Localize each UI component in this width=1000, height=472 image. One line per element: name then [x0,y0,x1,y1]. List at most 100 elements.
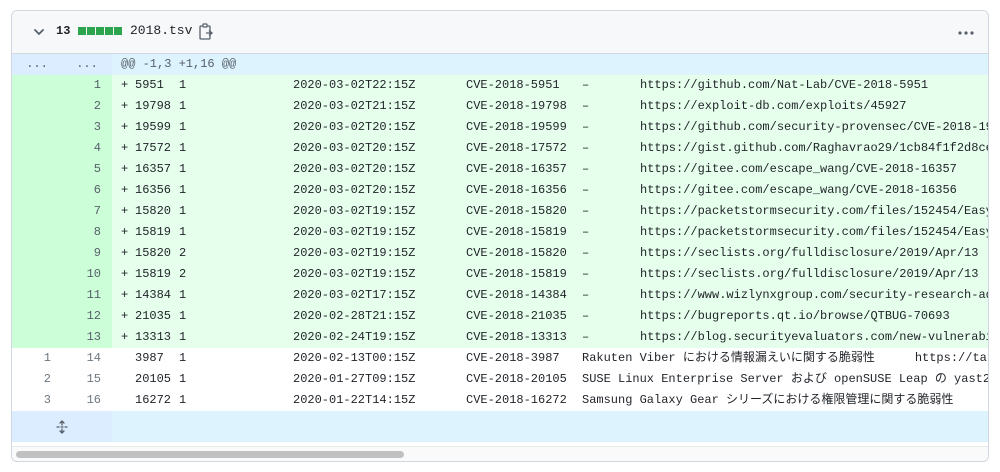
line-code: +5951 1 2020-03-02T22:15Z CVE-2018-5951 – htt… [112,75,988,96]
line-code: +19798 1 2020-03-02T21:15Z CVE-2018-19798 – h… [112,96,988,117]
tsv-cell: CVE-2018-17572 [466,141,567,155]
tsv-cell: 15819 [135,225,172,239]
added-line: 13 +13313 1 2020-02-24T19:15Z CVE-2018-13313… [12,327,988,348]
tsv-cell: 2020-03-02T20:15Z [293,162,416,176]
tsv-cell: 1 [179,372,187,386]
old-line-number[interactable] [12,159,62,180]
diffstat-block [114,27,122,35]
new-line-number[interactable]: 14 [62,348,112,369]
diffstat-bars [78,27,122,36]
file-name[interactable]: 2018.tsv [130,23,192,38]
tsv-cell: CVE-2018-15820 [466,204,567,218]
line-code: 3987 1 2020-02-13T00:15Z CVE-2018-3987 Rakut… [112,348,988,369]
tsv-cell: 2 [179,246,187,260]
tsv-cell: – [582,267,590,281]
old-line-number[interactable] [12,264,62,285]
tsv-cell: 2020-03-02T20:15Z [293,183,416,197]
old-line-number[interactable] [12,117,62,138]
added-line: 8 +15819 1 2020-03-02T19:15Z CVE-2018-15819 –… [12,222,988,243]
more-options-icon[interactable] [958,31,974,35]
old-line-number[interactable] [12,327,62,348]
new-line-number[interactable]: 8 [62,222,112,243]
old-line-number[interactable]: 1 [12,348,62,369]
diff-sign: + [121,141,129,155]
line-code: +13313 1 2020-02-24T19:15Z CVE-2018-13313 – h… [112,327,988,348]
added-line: 1 +5951 1 2020-03-02T22:15Z CVE-2018-5951 – ht… [12,75,988,96]
file-header: 13 2018.tsv [12,11,988,54]
diff-sign: + [121,225,129,239]
tsv-cell: 15820 [135,204,172,218]
diff-file: 13 2018.tsv ... ... @@ -1,3 +1,16 @@ 1 +5… [11,10,989,462]
chevron-down-icon[interactable] [32,25,46,39]
line-code: +15819 1 2020-03-02T19:15Z CVE-2018-15819 – h… [112,222,988,243]
expand-row [12,411,988,442]
unfold-icon [56,420,68,434]
old-line-number[interactable] [12,285,62,306]
expand-all-button[interactable] [12,411,112,442]
old-line-number[interactable] [12,201,62,222]
line-code: +21035 1 2020-02-28T21:15Z CVE-2018-21035 – h… [112,306,988,327]
new-line-number[interactable]: 11 [62,285,112,306]
tsv-cell: 5951 [135,78,164,92]
new-line-number[interactable]: 1 [62,75,112,96]
context-line: 1 14 3987 1 2020-02-13T00:15Z CVE-2018-3987 Ra… [12,348,988,369]
tsv-cell: https://packetstormsecurity.com/files/15… [640,225,988,239]
added-line: 12 +21035 1 2020-02-28T21:15Z CVE-2018-21035… [12,306,988,327]
tsv-cell: https://seclists.org/fulldisclosure/2019… [640,267,979,281]
tsv-cell: https://talosint [914,351,988,365]
old-line-number[interactable] [12,180,62,201]
new-line-number[interactable]: 3 [62,117,112,138]
tsv-cell: https://packetstormsecurity.com/files/15… [640,204,988,218]
tsv-cell: 2020-03-02T20:15Z [293,120,416,134]
line-code: +15820 1 2020-03-02T19:15Z CVE-2018-15820 – h… [112,201,988,222]
tsv-cell: CVE-2018-21035 [466,309,567,323]
diff-sign: + [121,309,129,323]
new-line-number[interactable]: 2 [62,96,112,117]
tsv-cell: 2 [179,267,187,281]
new-line-number[interactable]: 7 [62,201,112,222]
line-code: 16272 1 2020-01-22T14:15Z CVE-2018-16272 Sam… [112,390,988,411]
tsv-cell: 1 [179,309,187,323]
old-line-number[interactable] [12,306,62,327]
new-line-number[interactable]: 4 [62,138,112,159]
new-line-number[interactable]: 9 [62,243,112,264]
tsv-cell: https://gist.github.com/Raghavrao29/1cb8… [640,141,988,155]
old-line-number[interactable]: 3 [12,390,62,411]
new-line-number[interactable]: 15 [62,369,112,390]
expand-up-button[interactable]: ... [12,54,62,75]
line-code: +15819 2 2020-03-02T19:15Z CVE-2018-15819 – h… [112,264,988,285]
old-line-number[interactable] [12,96,62,117]
tsv-cell: – [582,225,590,239]
tsv-cell: – [582,330,590,344]
added-line: 7 +15820 1 2020-03-02T19:15Z CVE-2018-15820 –… [12,201,988,222]
old-line-number[interactable] [12,75,62,96]
copy-path-icon[interactable] [198,23,214,41]
new-line-number[interactable]: 6 [62,180,112,201]
tsv-cell: CVE-2018-20105 [466,372,567,386]
tsv-cell: – [582,120,590,134]
tsv-cell: 1 [179,120,187,134]
tsv-cell: CVE-2018-16272 [466,393,567,407]
old-line-number[interactable]: 2 [12,369,62,390]
tsv-cell: 2020-03-02T21:15Z [293,99,416,113]
tsv-cell: 1 [179,183,187,197]
old-line-number[interactable] [12,138,62,159]
tsv-cell: 19798 [135,99,172,113]
new-line-number[interactable]: 13 [62,327,112,348]
tsv-cell: – [582,78,590,92]
new-line-number[interactable]: 5 [62,159,112,180]
old-line-number[interactable] [12,243,62,264]
horizontal-scrollbar[interactable] [12,446,988,461]
tsv-cell: 2020-02-13T00:15Z [293,351,416,365]
tsv-cell: 20105 [135,372,172,386]
scrollbar-thumb[interactable] [16,451,404,458]
new-line-number[interactable]: 16 [62,390,112,411]
line-code: 20105 1 2020-01-27T09:15Z CVE-2018-20105 SUS… [112,369,988,390]
added-line: 10 +15819 2 2020-03-02T19:15Z CVE-2018-15819… [12,264,988,285]
old-line-number[interactable] [12,222,62,243]
tsv-cell: 2020-03-02T19:15Z [293,246,416,260]
new-line-number[interactable]: 12 [62,306,112,327]
expand-down-button[interactable]: ... [62,54,112,75]
tsv-cell: 2020-03-02T22:15Z [293,78,416,92]
new-line-number[interactable]: 10 [62,264,112,285]
